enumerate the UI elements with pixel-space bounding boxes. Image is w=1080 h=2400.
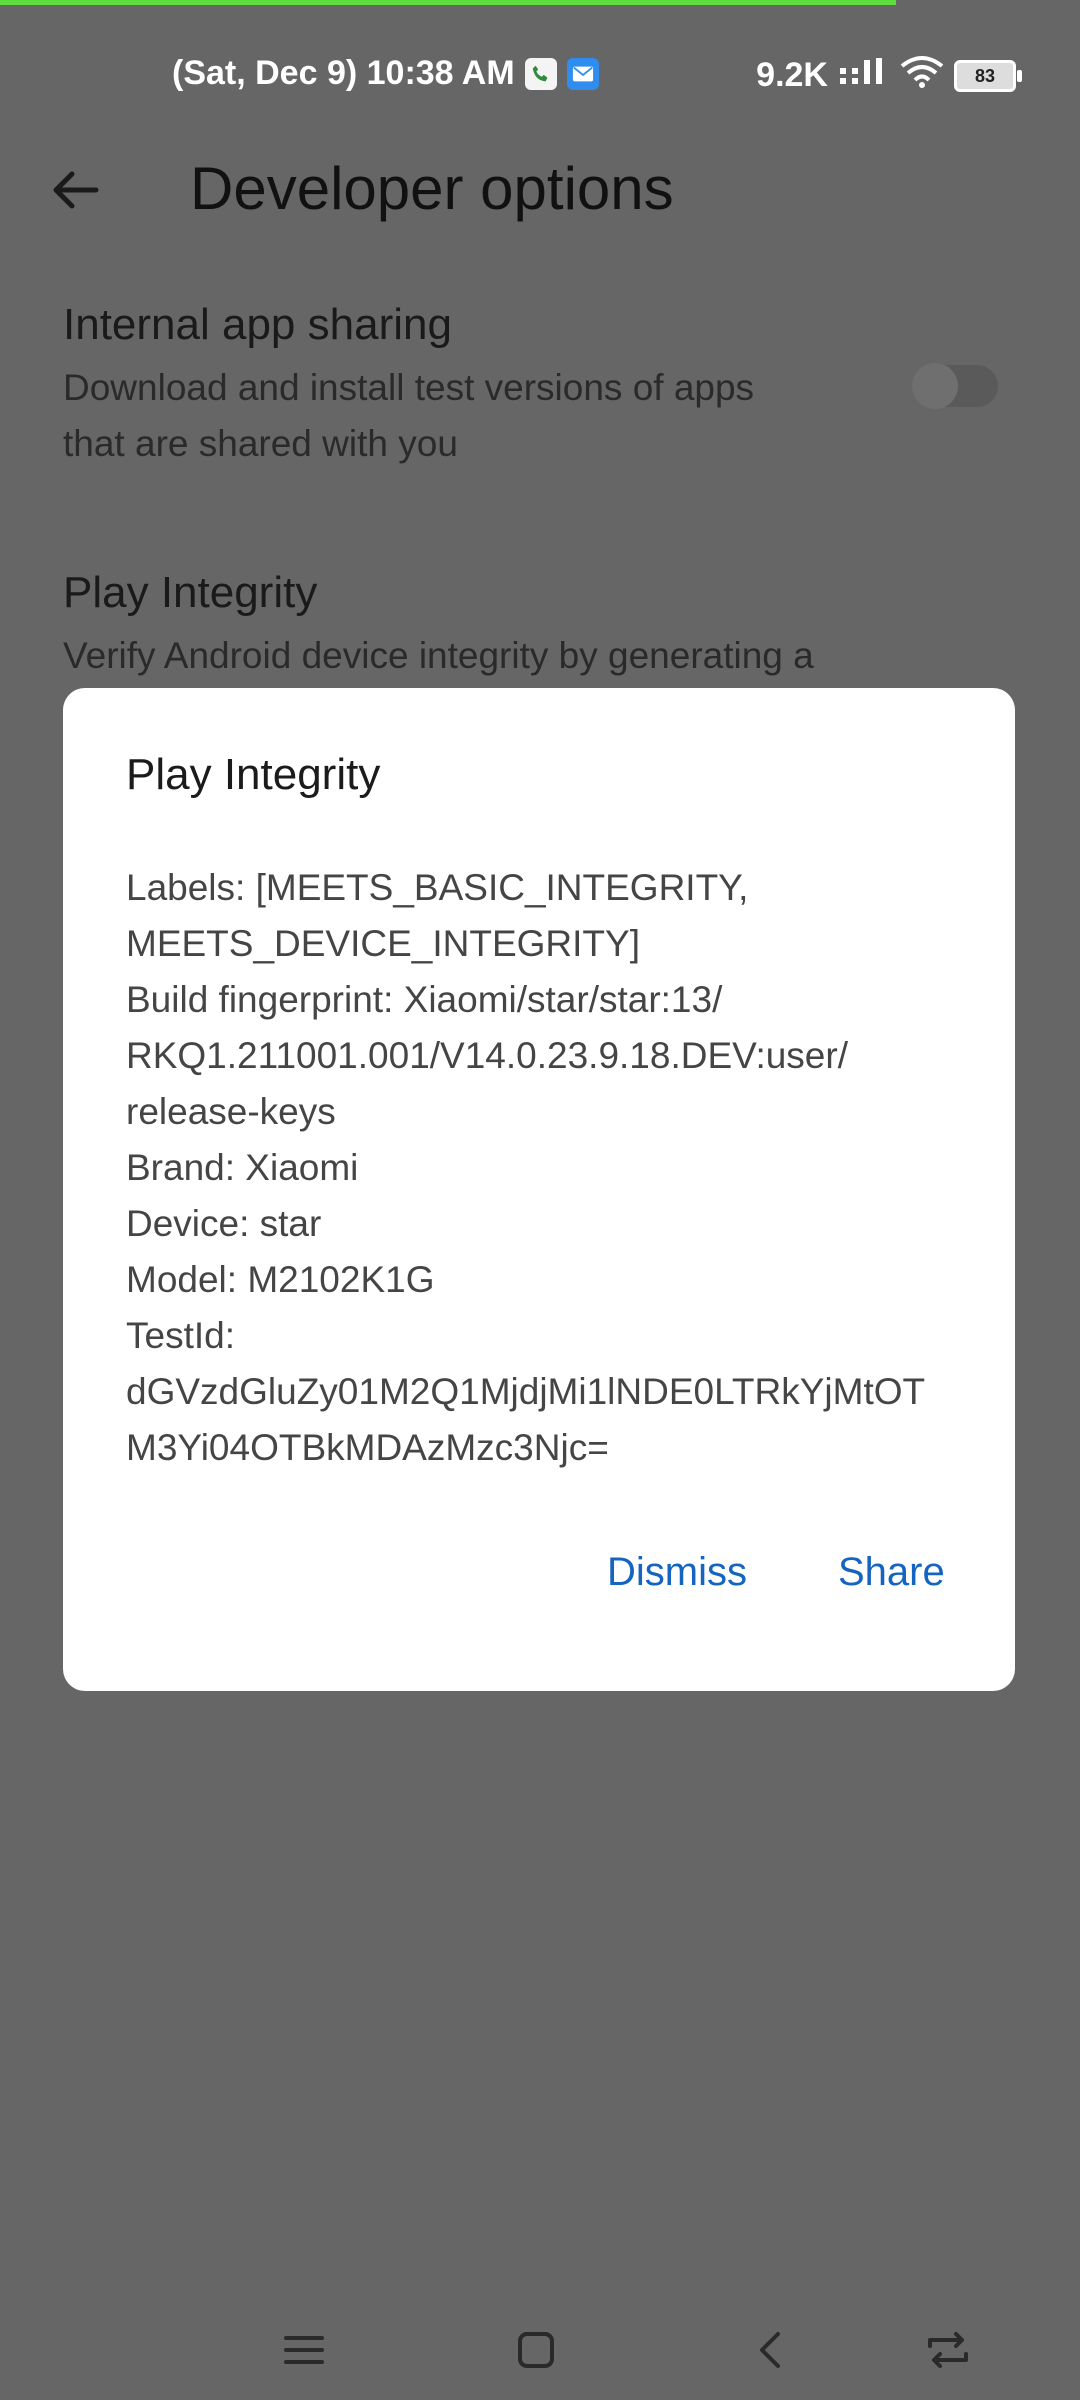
battery-icon: 83 (954, 59, 1022, 92)
dialog-line: Build fingerprint: Xiaomi/star/star:13/ (126, 979, 723, 1020)
app-header: Developer options (0, 130, 1080, 250)
internal-app-sharing-toggle[interactable] (912, 363, 998, 409)
setting-title: Play Integrity (63, 568, 318, 617)
dialog-line: release-keys (126, 1091, 336, 1132)
dialog-line: Labels: [MEETS_BASIC_INTEGRITY, (126, 867, 749, 908)
status-datetime: (Sat, Dec 9) 10:38 AM (172, 54, 515, 92)
back-arrow-icon[interactable] (44, 158, 108, 222)
recents-switch-icon[interactable] (918, 2320, 978, 2380)
mail-icon (566, 57, 599, 90)
dialog-line: TestId: (126, 1315, 235, 1356)
setting-description: Download and install test versions of ap… (63, 367, 755, 464)
dismiss-button[interactable]: Dismiss (607, 1550, 747, 1595)
status-bar: (Sat, Dec 9) 10:38 AM 9.2K 83 (0, 0, 1080, 150)
toggle-knob (912, 363, 958, 409)
dialog-line: MEETS_DEVICE_INTEGRITY] (126, 923, 640, 964)
wifi-icon (900, 54, 944, 97)
dialog-line: M3Yi04OTBkMDAzMzc3Njc= (126, 1427, 609, 1468)
dialog-line: RKQ1.211001.001/V14.0.23.9.18.DEV:user/ (126, 1035, 848, 1076)
play-integrity-dialog: Play Integrity Labels: [MEETS_BASIC_INTE… (63, 688, 1015, 1691)
dialog-line: dGVzdGluZy01M2Q1MjdjMi1lNDE0LTRkYjMtOT (126, 1371, 926, 1412)
phone-call-icon (524, 57, 557, 90)
back-nav-icon[interactable] (742, 2320, 802, 2380)
dialog-line: Brand: Xiaomi (126, 1147, 359, 1188)
setting-internal-app-sharing[interactable]: Internal app sharing Download and instal… (63, 300, 863, 472)
page-title: Developer options (190, 155, 674, 222)
share-button[interactable]: Share (838, 1550, 945, 1595)
dialog-line: Model: M2102K1G (126, 1259, 435, 1300)
dialog-title: Play Integrity (126, 750, 381, 799)
data-speed: 9.2K (756, 56, 828, 94)
dialog-body: Labels: [MEETS_BASIC_INTEGRITY, MEETS_DE… (126, 860, 966, 1476)
home-icon[interactable] (506, 2320, 566, 2380)
system-nav-bar (0, 2300, 1080, 2400)
dialog-line: Device: star (126, 1203, 322, 1244)
signal-icon (838, 56, 890, 95)
menu-icon[interactable] (274, 2320, 334, 2380)
setting-title: Internal app sharing (63, 300, 452, 349)
